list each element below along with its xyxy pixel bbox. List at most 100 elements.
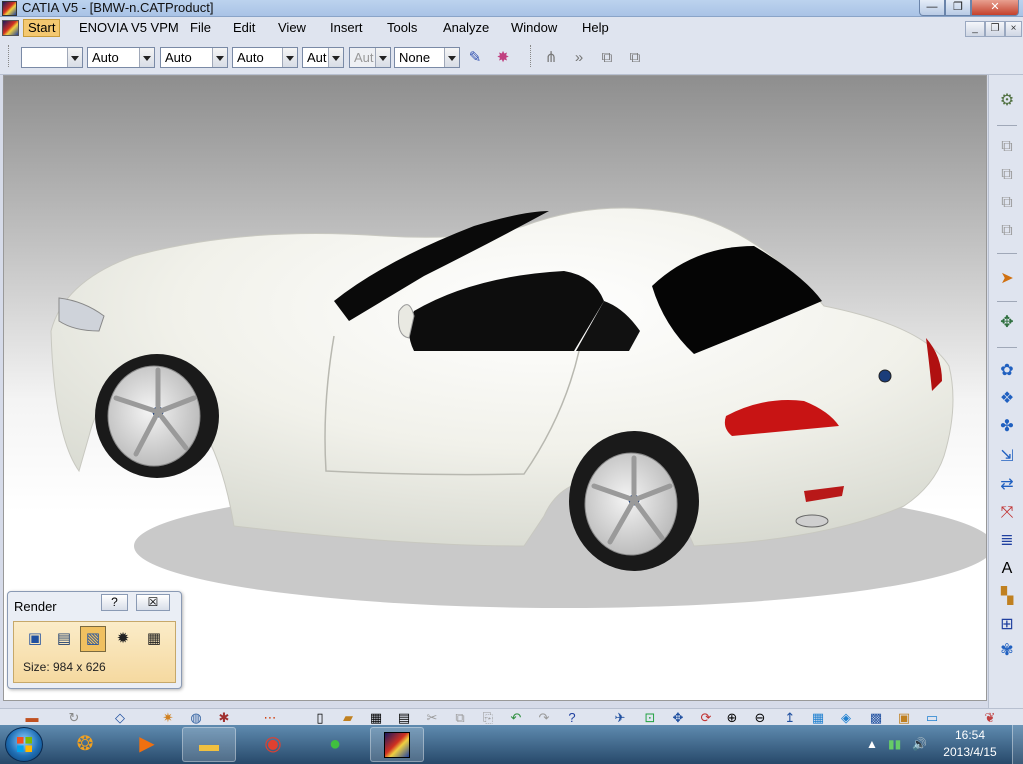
volume-icon[interactable]: 🔊 bbox=[912, 737, 927, 751]
menu-start[interactable]: Start bbox=[23, 19, 61, 37]
chevron-down-icon[interactable] bbox=[67, 48, 82, 67]
hide-show-icon[interactable]: ▣ bbox=[894, 709, 914, 725]
point-symbol-combo[interactable]: Aut bbox=[302, 47, 344, 68]
light-icon[interactable]: ✷ bbox=[158, 709, 178, 725]
file-explorer-icon[interactable]: ▬ bbox=[182, 727, 236, 762]
catia-3ds-icon[interactable]: ❦ bbox=[980, 709, 1000, 725]
iso-view-icon[interactable]: ◈ bbox=[836, 709, 856, 725]
rendering-style-combo[interactable]: None bbox=[394, 47, 460, 68]
chevron-down-icon[interactable] bbox=[328, 48, 343, 67]
show-desktop-button[interactable] bbox=[1012, 725, 1023, 764]
zoom-in-icon[interactable]: ⊕ bbox=[722, 709, 742, 725]
product-icon[interactable]: ❖ bbox=[995, 387, 1019, 411]
normal-view-icon[interactable]: ↥ bbox=[780, 709, 800, 725]
show-hidden-icons-icon[interactable]: ▲ bbox=[866, 737, 878, 751]
swap-visible-space-icon[interactable]: ⋔ bbox=[540, 47, 562, 69]
zoom-out-icon[interactable]: ⊖ bbox=[750, 709, 770, 725]
existing-component-icon[interactable]: ⇲ bbox=[995, 445, 1019, 469]
render-panel[interactable]: Render ? ☒ ▣ ▤ ▧ ✹ ▦ Size: 984 x 626 bbox=[7, 591, 182, 689]
chevron-down-icon[interactable] bbox=[444, 48, 459, 67]
select-arrow-icon[interactable]: ➤ bbox=[995, 267, 1019, 291]
copy-spec-icon[interactable]: ⧉ bbox=[596, 47, 618, 69]
pan-icon[interactable]: ✥ bbox=[668, 709, 688, 725]
paste-spec-icon[interactable]: ⧉ bbox=[624, 47, 646, 69]
color-ball-icon[interactable]: ● bbox=[308, 727, 362, 762]
replace-component-icon[interactable]: ⇄ bbox=[995, 473, 1019, 497]
snap-icon[interactable]: ⋯ bbox=[260, 709, 280, 725]
render-area-icon[interactable]: ▧ bbox=[80, 626, 106, 652]
turntable-icon[interactable]: ✱ bbox=[214, 709, 234, 725]
clock-date[interactable]: 2013/4/15 bbox=[940, 745, 1000, 759]
save-document-icon[interactable]: ▦ bbox=[366, 709, 386, 725]
media-player-icon[interactable]: ▶ bbox=[120, 727, 174, 762]
line-thickness-combo[interactable]: Auto bbox=[160, 47, 228, 68]
clock-time[interactable]: 16:54 bbox=[940, 728, 1000, 742]
catia-logo-icon bbox=[384, 732, 410, 758]
close-button[interactable]: ✕ bbox=[971, 0, 1019, 16]
maximize-button[interactable]: ❐ bbox=[945, 0, 971, 16]
gear-icon[interactable]: ⚙ bbox=[995, 89, 1019, 113]
numbering-icon[interactable]: ≣ bbox=[995, 529, 1019, 553]
transparency-combo[interactable]: Auto bbox=[87, 47, 155, 68]
product-component-icon[interactable]: ✿ bbox=[995, 359, 1019, 383]
color-combo[interactable] bbox=[21, 47, 83, 68]
reorder-graph-icon[interactable]: ⤧ bbox=[995, 501, 1019, 525]
fly-mode-icon[interactable]: ✈ bbox=[610, 709, 630, 725]
save-icon[interactable]: ▦ bbox=[141, 626, 167, 652]
help-button[interactable]: ? bbox=[101, 594, 128, 611]
fit-all-icon[interactable]: ⊡ bbox=[640, 709, 660, 725]
minimize-button[interactable]: — bbox=[919, 0, 945, 16]
print-icon[interactable]: ▤ bbox=[394, 709, 414, 725]
whats-this-icon[interactable]: ? bbox=[562, 709, 582, 725]
open-folder-icon[interactable]: ▰ bbox=[338, 709, 358, 725]
manipulate-icon[interactable]: ✥ bbox=[995, 311, 1019, 335]
render-settings-icon[interactable]: ▤ bbox=[51, 626, 77, 652]
menu-edit[interactable]: Edit bbox=[229, 20, 259, 36]
menu-enovia[interactable]: ENOVIA V5 VPM bbox=[75, 20, 183, 36]
menu-tools[interactable]: Tools bbox=[383, 20, 421, 36]
scene-icon[interactable]: ▚ bbox=[995, 585, 1019, 609]
refresh-icon[interactable]: ↻ bbox=[64, 709, 84, 725]
menu-view[interactable]: View bbox=[274, 20, 310, 36]
chevron-down-icon[interactable] bbox=[212, 48, 227, 67]
chevron-down-icon[interactable] bbox=[139, 48, 154, 67]
library-icon[interactable]: ❂ bbox=[58, 727, 112, 762]
windows-start-button[interactable] bbox=[5, 727, 43, 762]
catia-icon[interactable] bbox=[370, 727, 424, 762]
apply-material-icon[interactable]: ✸ bbox=[492, 47, 514, 69]
undo-icon[interactable]: ↶ bbox=[506, 709, 526, 725]
document-minimize-button[interactable]: _ bbox=[965, 21, 985, 37]
render-to-viewport-icon[interactable]: ▣ bbox=[22, 626, 48, 652]
chevron-down-icon[interactable] bbox=[282, 48, 297, 67]
menu-window[interactable]: Window bbox=[507, 20, 561, 36]
fast-forward-icon[interactable]: » bbox=[568, 47, 590, 69]
catia-app-icon[interactable] bbox=[2, 1, 17, 16]
toolbar-grip[interactable] bbox=[8, 45, 11, 67]
close-panel-button[interactable]: ☒ bbox=[136, 594, 170, 611]
document-close-button[interactable]: × bbox=[1005, 21, 1022, 37]
menu-help[interactable]: Help bbox=[578, 20, 613, 36]
document-menu-icon[interactable] bbox=[2, 20, 19, 36]
camera-flash-icon[interactable]: ✹ bbox=[110, 626, 136, 652]
menu-file[interactable]: File bbox=[186, 20, 215, 36]
menu-insert[interactable]: Insert bbox=[326, 20, 367, 36]
network-icon[interactable]: ▮▮ bbox=[888, 737, 901, 751]
environment-icon[interactable]: ◍ bbox=[186, 709, 206, 725]
eraser-icon[interactable]: ◇ bbox=[110, 709, 130, 725]
menu-analyze[interactable]: Analyze bbox=[439, 20, 493, 36]
new-document-icon[interactable]: ▯ bbox=[310, 709, 330, 725]
part-icon[interactable]: ✤ bbox=[995, 415, 1019, 439]
tree-icon[interactable]: ⊞ bbox=[995, 613, 1019, 637]
toolbar-grip[interactable] bbox=[530, 45, 533, 67]
shading-icon[interactable]: ▩ bbox=[866, 709, 886, 725]
generate-icon[interactable]: ✾ bbox=[995, 639, 1019, 663]
photo-studio-icon[interactable]: ▬ bbox=[22, 709, 42, 725]
chrome-icon[interactable]: ◉ bbox=[246, 727, 300, 762]
multi-view-icon[interactable]: ▦ bbox=[808, 709, 828, 725]
painter-brush-icon[interactable]: ✎ bbox=[464, 47, 486, 69]
document-restore-button[interactable]: ❐ bbox=[985, 21, 1005, 37]
rotate-icon[interactable]: ⟳ bbox=[696, 709, 716, 725]
text-annotation-icon[interactable]: A bbox=[995, 557, 1019, 581]
line-type-combo[interactable]: Auto bbox=[232, 47, 298, 68]
swap-visible-icon[interactable]: ▭ bbox=[922, 709, 942, 725]
